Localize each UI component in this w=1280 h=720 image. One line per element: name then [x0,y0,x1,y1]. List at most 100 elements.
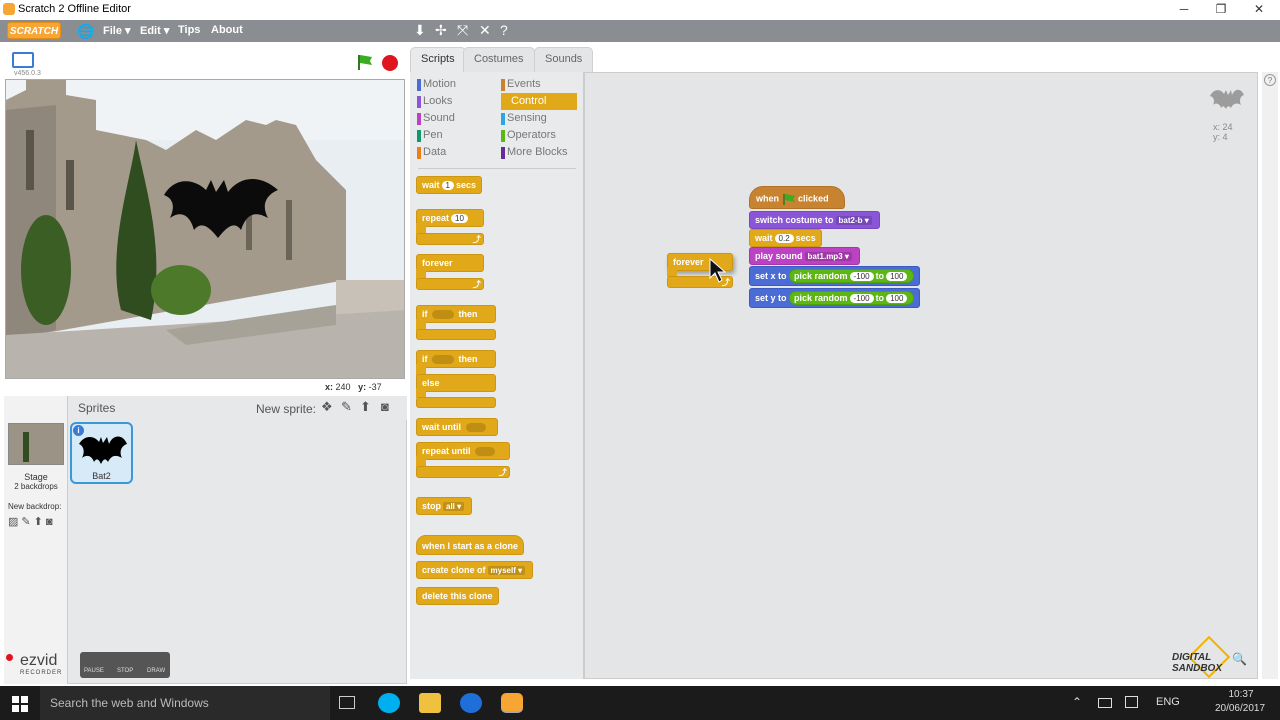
stage-coords: x: 240 y: -37 [325,382,382,392]
taskbar-search[interactable]: Search the web and Windows [40,686,330,720]
backdrops-count: 2 backdrops [14,482,58,491]
new-sprite-label: New sprite: [256,402,317,416]
ezvid-pause[interactable]: PAUSE [84,668,104,674]
battery-icon[interactable] [1098,698,1112,708]
category-operators[interactable]: Operators [501,127,577,144]
category-sensing[interactable]: Sensing [501,110,577,127]
block-if-else[interactable]: if then [416,350,496,368]
paint-sprite-icon[interactable]: ✎ [341,399,352,415]
ezvid-brand: ezvid [20,652,58,669]
input-language[interactable]: ENG [1156,696,1180,708]
stage-thumbnail[interactable] [8,423,64,465]
sprite-tile[interactable]: i Bat2 [70,422,133,484]
tray-arrow-icon[interactable]: ⌃ [1072,695,1082,709]
new-backdrop-icons[interactable]: ▨✎⬆◙ [8,515,55,528]
forever-foot: ⤴ [416,278,484,290]
app-icon [3,3,15,15]
pick-random-y[interactable]: pick random -100 to 100 [789,291,915,305]
sprite-library-icon[interactable]: ❖ [321,399,333,415]
sprite-info-y: y: 4 [1213,132,1228,142]
magnifier-icon: 🔍 [1232,652,1247,666]
duplicate-icon[interactable]: ⬇ [414,22,426,39]
category-list-left: Motion Looks Sound Pen Data [417,76,497,161]
category-more-blocks[interactable]: More Blocks [501,144,577,161]
tab-costumes[interactable]: Costumes [463,47,535,72]
clock-date[interactable]: 20/06/2017 [1210,703,1270,714]
close-button[interactable]: ✕ [1249,2,1269,18]
camera-icon[interactable]: ◙ [381,399,389,414]
ezvid-draw[interactable]: DRAW [147,668,165,674]
block-stop[interactable]: stop all ▾ [416,497,473,515]
category-data[interactable]: Data [417,144,497,161]
category-looks[interactable]: Looks [417,93,497,110]
stage[interactable] [5,79,405,379]
ezvid-stop[interactable]: STOP [117,668,133,674]
menu-bar: SCRATCH 🌐 File ▾ Edit ▾ Tips About ⬇ ✢ ⤧… [0,20,1280,42]
delete-icon[interactable]: ✢ [435,22,447,39]
if-foot [416,329,496,340]
stage-thumbnail-panel: Stage 2 backdrops New backdrop: ▨✎⬆◙ [4,396,68,684]
script-when-flag-clicked[interactable]: when clicked [749,186,845,209]
skype-icon[interactable] [378,693,400,713]
script-switch-costume[interactable]: switch costume to bat2-b ▾ [749,211,880,229]
stop-icon[interactable] [382,55,398,71]
file-explorer-icon[interactable] [419,693,441,713]
block-repeat-until[interactable]: repeat until [416,442,510,460]
green-flag-icon[interactable] [356,53,374,71]
palette-divider [418,168,576,169]
sprite-name: Bat2 [92,471,111,481]
clock-time[interactable]: 10:37 [1216,689,1266,700]
stage-label: Stage [24,472,48,482]
task-view-icon[interactable] [339,696,355,709]
bat-thumbnail [79,436,127,464]
script-set-x[interactable]: set x to pick random -100 to 100 [749,266,921,286]
digital-sandbox-watermark: DIGITAL SANDBOX 🔍 [1172,635,1252,682]
help-icon[interactable]: ? [500,22,508,38]
category-sound[interactable]: Sound [417,110,497,127]
scrollbar[interactable]: ? [1262,72,1278,679]
scratch-taskbar-icon[interactable] [501,693,523,713]
block-create-clone[interactable]: create clone of myself ▾ [416,561,534,579]
menu-file[interactable]: File ▾ [103,24,131,37]
category-events[interactable]: Events [501,76,577,93]
tab-scripts[interactable]: Scripts [410,47,466,72]
block-delete-clone[interactable]: delete this clone [416,587,499,605]
globe-icon[interactable]: 🌐 [77,23,94,40]
notification-icon[interactable] [1125,696,1138,708]
menu-about[interactable]: About [211,24,243,36]
menu-tips[interactable]: Tips [178,24,200,36]
maximize-button[interactable]: ❐ [1211,2,1231,18]
category-motion[interactable]: Motion [417,76,497,93]
menu-edit[interactable]: Edit ▾ [140,24,169,37]
taskbar: Search the web and Windows ⌃ ENG 10:37 2… [0,686,1280,720]
windows-start-icon[interactable] [12,696,28,712]
block-wait-secs[interactable]: wait 1 secs [416,176,482,194]
scripts-area[interactable] [584,72,1258,679]
sprite-info-thumbnail [1210,89,1244,109]
ezvid-sub: RECORDER [20,670,63,676]
block-wait-until[interactable]: wait until [416,418,498,436]
grow-icon[interactable]: ⤧ [457,22,468,39]
category-pen[interactable]: Pen [417,127,497,144]
else-label: else [416,374,496,392]
shrink-icon[interactable]: ✕ [479,22,491,39]
upload-sprite-icon[interactable]: ⬆ [360,399,371,415]
record-icon [6,654,13,661]
stage-header: v456.0.3 [4,45,407,79]
category-list-right: Events Control Sensing Operators More Bl… [501,76,577,161]
category-control[interactable]: Control [501,93,577,110]
script-play-sound[interactable]: play sound bat1.mp3 ▾ [749,247,860,265]
script-set-y[interactable]: set y to pick random -100 to 100 [749,288,921,308]
block-forever[interactable]: forever [416,254,484,272]
block-when-clone[interactable]: when I start as a clone [416,535,525,555]
tab-sounds[interactable]: Sounds [534,47,594,72]
block-repeat[interactable]: repeat 10 [416,209,484,227]
fullscreen-icon[interactable] [12,52,34,68]
pick-random-x[interactable]: pick random -100 to 100 [789,269,915,283]
block-if-then[interactable]: if then [416,305,496,323]
script-wait[interactable]: wait 0.2 secs [749,229,822,247]
sprites-header: Sprites New sprite: ❖ ✎ ⬆ ◙ [68,396,407,420]
scratch-logo[interactable]: SCRATCH [7,22,61,39]
minimize-button[interactable]: ─ [1174,2,1194,18]
edge-icon[interactable] [460,693,482,713]
